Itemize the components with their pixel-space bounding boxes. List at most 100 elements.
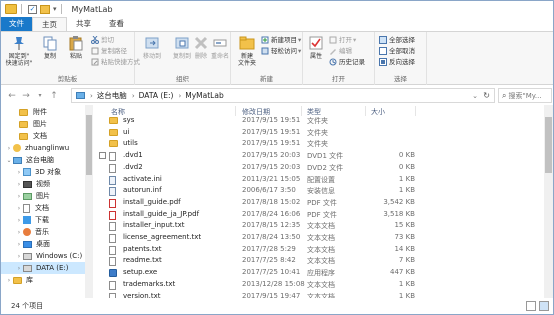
address-dropdown-icon[interactable]: ⌄ <box>472 92 478 100</box>
new-folder-button[interactable]: 新建 文件夹 <box>234 35 260 67</box>
select-none-button[interactable]: 全部取消 <box>379 46 415 56</box>
forward-arrow-icon[interactable]: → <box>19 91 33 101</box>
open-group: 属性 打开 ▾ 编辑 历史记录 打开 <box>303 32 375 85</box>
paste-shortcut-button[interactable]: 粘贴快捷方式 <box>91 57 140 67</box>
nav-item-videos[interactable]: › 视频 <box>1 178 85 190</box>
open-button[interactable]: 打开 ▾ <box>329 35 356 45</box>
nav-item-downloads[interactable]: › 下载 <box>1 214 85 226</box>
file-row[interactable]: readme.txt 2017/7/25 8:42 文本文档 7 KB <box>97 255 543 267</box>
select-all-button[interactable]: 全部选择 <box>379 35 415 45</box>
select-all-icon <box>379 36 387 44</box>
move-to-icon <box>144 35 160 51</box>
search-input[interactable]: ⌕ 搜索"My... <box>498 88 552 103</box>
history-button[interactable]: 历史记录 <box>329 57 365 67</box>
checkmark-icon[interactable]: ✓ <box>28 4 37 14</box>
delete-button[interactable]: 删除 <box>191 35 211 60</box>
file-row[interactable]: license_agreement.txt 2017/8/24 13:50 文本文档… <box>97 232 543 244</box>
file-row[interactable]: install_guide.pdf 2017/8/18 15:02 PDF 文件 3,… <box>97 197 543 209</box>
tab-file[interactable]: 文件 <box>1 17 32 31</box>
cut-button[interactable]: 剪切 <box>91 35 114 45</box>
file-list-scrollbar[interactable] <box>544 105 553 298</box>
nav-item-documents-quick[interactable]: 文档 <box>1 130 85 142</box>
tab-share[interactable]: 共享 <box>67 17 100 31</box>
address-bar[interactable]: › 这台电脑 › DATA (E:) › MyMatLab ⌄ ↻ <box>71 88 495 103</box>
properties-button[interactable]: 属性 <box>305 35 327 60</box>
large-icons-view-icon[interactable] <box>539 301 549 311</box>
file-row[interactable]: version.txt 2017/9/15 19:47 文本文档 1 KB <box>97 291 543 298</box>
rename-button[interactable]: 重命名 <box>209 35 231 60</box>
nav-item-attachments[interactable]: 附件 <box>1 106 85 118</box>
desktop-icon <box>23 240 32 248</box>
file-list-scrollbar-thumb[interactable] <box>545 117 552 173</box>
file-row[interactable]: utils 2017/9/15 19:51 文件夹 <box>97 138 543 150</box>
file-row[interactable]: .dvd1 2017/9/15 20:03 DVD1 文件 0 KB <box>97 150 543 162</box>
delete-icon <box>193 35 209 51</box>
paste-label: 粘贴 <box>69 53 82 60</box>
nav-item-desktop[interactable]: › 桌面 <box>1 238 85 250</box>
copy-to-icon <box>174 35 190 51</box>
breadcrumb-data-drive[interactable]: DATA (E:) <box>139 91 174 100</box>
nav-item-pictures-quick[interactable]: 图片 <box>1 118 85 130</box>
file-row[interactable]: ui 2017/9/15 19:51 文件夹 <box>97 127 543 139</box>
quick-access-dropdown-icon[interactable]: ▾ <box>53 5 57 13</box>
text-file-icon <box>109 245 116 255</box>
nav-item-pictures[interactable]: › 图片 <box>1 190 85 202</box>
file-row[interactable]: sys 2017/9/15 19:51 文件夹 <box>97 115 543 127</box>
file-row[interactable]: autorun.inf 2006/6/17 3:50 安装信息 1 KB <box>97 185 543 197</box>
folder-icon <box>109 128 118 136</box>
file-date: 2017/9/15 20:03 <box>242 162 301 171</box>
file-name: install_guide.pdf <box>123 197 181 206</box>
easy-access-button[interactable]: 轻松访问 ▾ <box>261 46 301 56</box>
file-date: 2017/8/24 16:06 <box>242 209 301 218</box>
paste-button[interactable]: 粘贴 <box>63 35 89 60</box>
file-row[interactable]: patents.txt 2017/7/28 5:29 文本文档 14 KB <box>97 244 543 256</box>
file-row[interactable]: installer_input.txt 2017/8/15 12:35 文本文档 15… <box>97 220 543 232</box>
file-name: utils <box>123 139 138 148</box>
chevron-right-icon: › <box>90 91 93 100</box>
tab-home[interactable]: 主页 <box>32 17 67 31</box>
nav-item-data-e[interactable]: › DATA (E:) <box>1 262 85 274</box>
up-arrow-icon[interactable]: ↑ <box>47 91 61 101</box>
edit-button[interactable]: 编辑 <box>329 46 352 56</box>
back-arrow-icon[interactable]: ← <box>5 91 19 101</box>
nav-item-documents[interactable]: › 文档 <box>1 202 85 214</box>
file-row[interactable]: install_guide_ja_JP.pdf 2017/8/24 16:06 PD… <box>97 209 543 221</box>
file-row[interactable]: trademarks.txt 2013/12/28 15:08 文本文档 1 KB <box>97 279 543 291</box>
new-item-button[interactable]: 新建项目 ▾ <box>261 35 301 45</box>
pin-to-quick-access-button[interactable]: 固定到" 快速访问" <box>4 35 34 67</box>
nav-item-this-pc[interactable]: ⌄ 这台电脑 <box>1 154 85 166</box>
file-date: 2017/7/25 8:42 <box>242 256 296 265</box>
file-row[interactable]: setup.exe 2017/7/25 10:41 应用程序 447 KB <box>97 267 543 279</box>
breadcrumb-mymatlab[interactable]: MyMatLab <box>185 91 223 100</box>
nav-item-music[interactable]: › 音乐 <box>1 226 85 238</box>
invert-selection-button[interactable]: 反向选择 <box>379 57 415 67</box>
refresh-icon[interactable]: ↻ <box>483 91 490 100</box>
nav-item-label: 桌面 <box>36 240 50 248</box>
details-view-icon[interactable] <box>526 301 536 311</box>
breadcrumb-this-pc[interactable]: 这台电脑 <box>97 90 127 101</box>
nav-item-user[interactable]: › zhuanglinwu <box>1 142 85 154</box>
nav-scrollbar-thumb[interactable] <box>86 115 92 175</box>
nav-item-libraries[interactable]: › 库 <box>1 274 85 286</box>
select-group-label: 选择 <box>394 75 407 83</box>
new-group: 新建 文件夹 新建项目 ▾ 轻松访问 ▾ 新建 <box>231 32 303 85</box>
copy-path-button[interactable]: 复制路径 <box>91 46 127 56</box>
delete-label: 删除 <box>194 53 207 60</box>
copy-button[interactable]: 复制 <box>37 35 63 60</box>
file-row[interactable]: activate.ini 2011/3/21 15:05 配置设置 1 KB <box>97 174 543 186</box>
new-folder-quick-icon[interactable] <box>40 4 50 14</box>
file-size: 1 KB <box>398 279 415 288</box>
invert-selection-label: 反向选择 <box>389 58 415 66</box>
nav-item-windows-c[interactable]: › Windows (C:) <box>1 250 85 262</box>
tab-view[interactable]: 查看 <box>100 17 133 31</box>
nav-item-label: 文档 <box>35 204 49 212</box>
text-file-icon <box>109 222 116 232</box>
row-checkbox[interactable] <box>99 152 106 160</box>
nav-scrollbar[interactable] <box>85 105 93 298</box>
nav-item-3d-objects[interactable]: › 3D 对象 <box>1 166 85 178</box>
invert-selection-icon <box>379 58 387 66</box>
file-row[interactable]: .dvd2 2017/9/15 20:03 DVD2 文件 0 KB <box>97 162 543 174</box>
recent-dropdown-icon[interactable]: ▾ <box>33 92 47 99</box>
move-to-button[interactable]: 移动到 <box>137 35 167 60</box>
file-name: license_agreement.txt <box>123 233 202 241</box>
